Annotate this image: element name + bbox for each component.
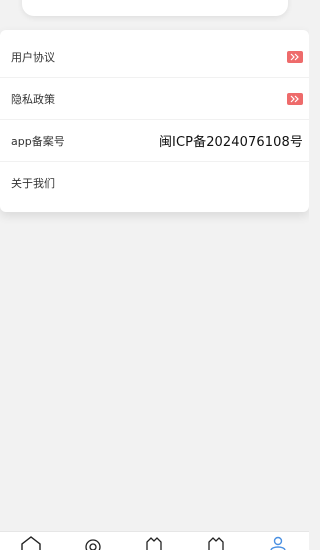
menu-item-about-us[interactable]: 关于我们 bbox=[0, 162, 309, 204]
nav-tab-category-1[interactable] bbox=[138, 534, 170, 550]
menu-item-label: 关于我们 bbox=[11, 177, 55, 190]
icp-number: 闽ICP备2024076108号 bbox=[158, 135, 303, 150]
profile-header-card bbox=[22, 0, 288, 16]
menu-item-user-agreement[interactable]: 用户协议 bbox=[0, 36, 309, 78]
bottom-navigation-bar bbox=[0, 531, 309, 550]
menu-item-privacy-policy[interactable]: 隐私政策 bbox=[0, 78, 309, 120]
profile-screen: 用户协议 隐私政策 app备案号 闽ICP备2024076108号 关于我们 bbox=[0, 0, 309, 550]
user-icon bbox=[270, 536, 286, 550]
tag-icon bbox=[208, 537, 224, 550]
double-chevron-right-icon[interactable] bbox=[287, 92, 303, 105]
nav-tab-watch[interactable] bbox=[77, 534, 109, 550]
menu-item-app-icp: app备案号 闽ICP备2024076108号 bbox=[0, 120, 309, 162]
nav-tab-profile[interactable] bbox=[262, 534, 294, 550]
menu-item-label: 隐私政策 bbox=[11, 92, 55, 106]
settings-menu-card: 用户协议 隐私政策 app备案号 闽ICP备2024076108号 关于我们 bbox=[0, 30, 309, 212]
nav-tab-category-2[interactable] bbox=[200, 534, 232, 550]
double-chevron-right-icon[interactable] bbox=[287, 50, 303, 63]
nav-tab-home[interactable] bbox=[15, 534, 47, 550]
menu-item-label: 用户协议 bbox=[11, 50, 55, 64]
tag-icon bbox=[146, 537, 163, 550]
eye-icon bbox=[85, 539, 101, 550]
menu-item-label: app备案号 bbox=[11, 134, 65, 148]
home-icon bbox=[21, 536, 41, 550]
avatar bbox=[62, 0, 102, 10]
